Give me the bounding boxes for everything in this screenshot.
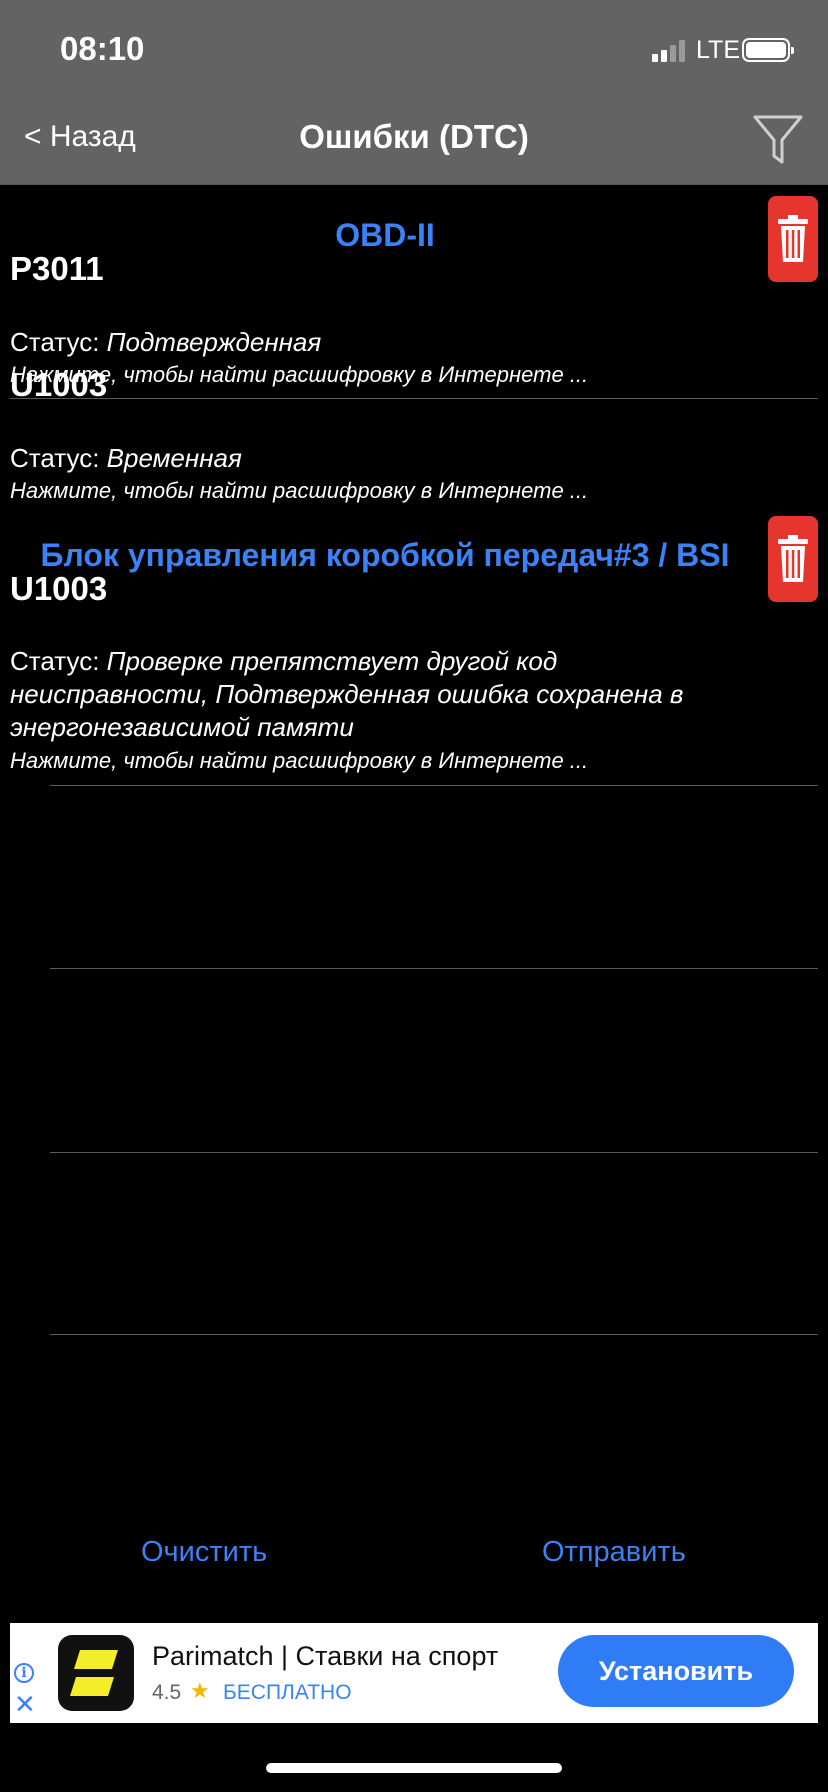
clear-button[interactable]: Очистить bbox=[141, 1536, 267, 1569]
ad-app-logo bbox=[58, 1635, 134, 1711]
filter-icon[interactable] bbox=[752, 112, 804, 168]
dtc-status: Статус: Подтвержденная bbox=[10, 327, 322, 357]
dtc-code: P3011 bbox=[10, 250, 104, 287]
dtc-code: U1003 bbox=[10, 570, 108, 607]
dtc-search-hint: Нажмите, чтобы найти расшифровку в Интер… bbox=[10, 478, 589, 503]
star-icon: ★ bbox=[190, 1678, 210, 1703]
home-indicator[interactable] bbox=[266, 1763, 562, 1773]
trash-icon bbox=[778, 535, 808, 582]
status-bar: 08:10 LTE bbox=[0, 0, 828, 98]
ad-title: Parimatch | Ставки на спорт bbox=[152, 1641, 499, 1671]
install-button[interactable]: Установить bbox=[558, 1635, 794, 1707]
status-time: 08:10 bbox=[60, 30, 145, 67]
ad-info-icon[interactable]: i bbox=[14, 1663, 34, 1683]
signal-icon bbox=[652, 40, 686, 62]
network-type: LTE bbox=[696, 36, 740, 64]
trash-icon bbox=[778, 215, 808, 262]
dtc-status: Статус: Временная bbox=[10, 443, 242, 473]
delete-section-gearbox-button[interactable] bbox=[768, 516, 818, 602]
nav-bar: < Назад Ошибки (DTC) bbox=[0, 98, 828, 185]
dtc-code: U1003 bbox=[10, 366, 108, 403]
battery-icon bbox=[742, 38, 794, 62]
separator bbox=[50, 968, 818, 969]
separator bbox=[50, 1152, 818, 1153]
dtc-status: Статус: Проверке препятствует другой код… bbox=[10, 646, 684, 742]
ad-close-icon[interactable]: ✕ bbox=[14, 1691, 36, 1717]
section-header-obd2: OBD-II bbox=[335, 217, 435, 253]
ad-price: БЕСПЛАТНО bbox=[223, 1681, 352, 1704]
ad-banner[interactable]: i ✕ Parimatch | Ставки на спорт 4.5 ★ БЕ… bbox=[10, 1623, 818, 1723]
send-button[interactable]: Отправить bbox=[542, 1536, 686, 1569]
section-header-gearbox: Блок управления коробкой передач#3 / BSI bbox=[40, 537, 730, 573]
page-title: Ошибки (DTC) bbox=[299, 118, 529, 155]
separator bbox=[10, 398, 818, 399]
separator bbox=[50, 1334, 818, 1335]
delete-section-obd2-button[interactable] bbox=[768, 196, 818, 282]
dtc-search-hint: Нажмите, чтобы найти расшифровку в Интер… bbox=[10, 748, 589, 773]
separator bbox=[50, 785, 818, 786]
ad-rating: 4.5 bbox=[152, 1681, 182, 1704]
